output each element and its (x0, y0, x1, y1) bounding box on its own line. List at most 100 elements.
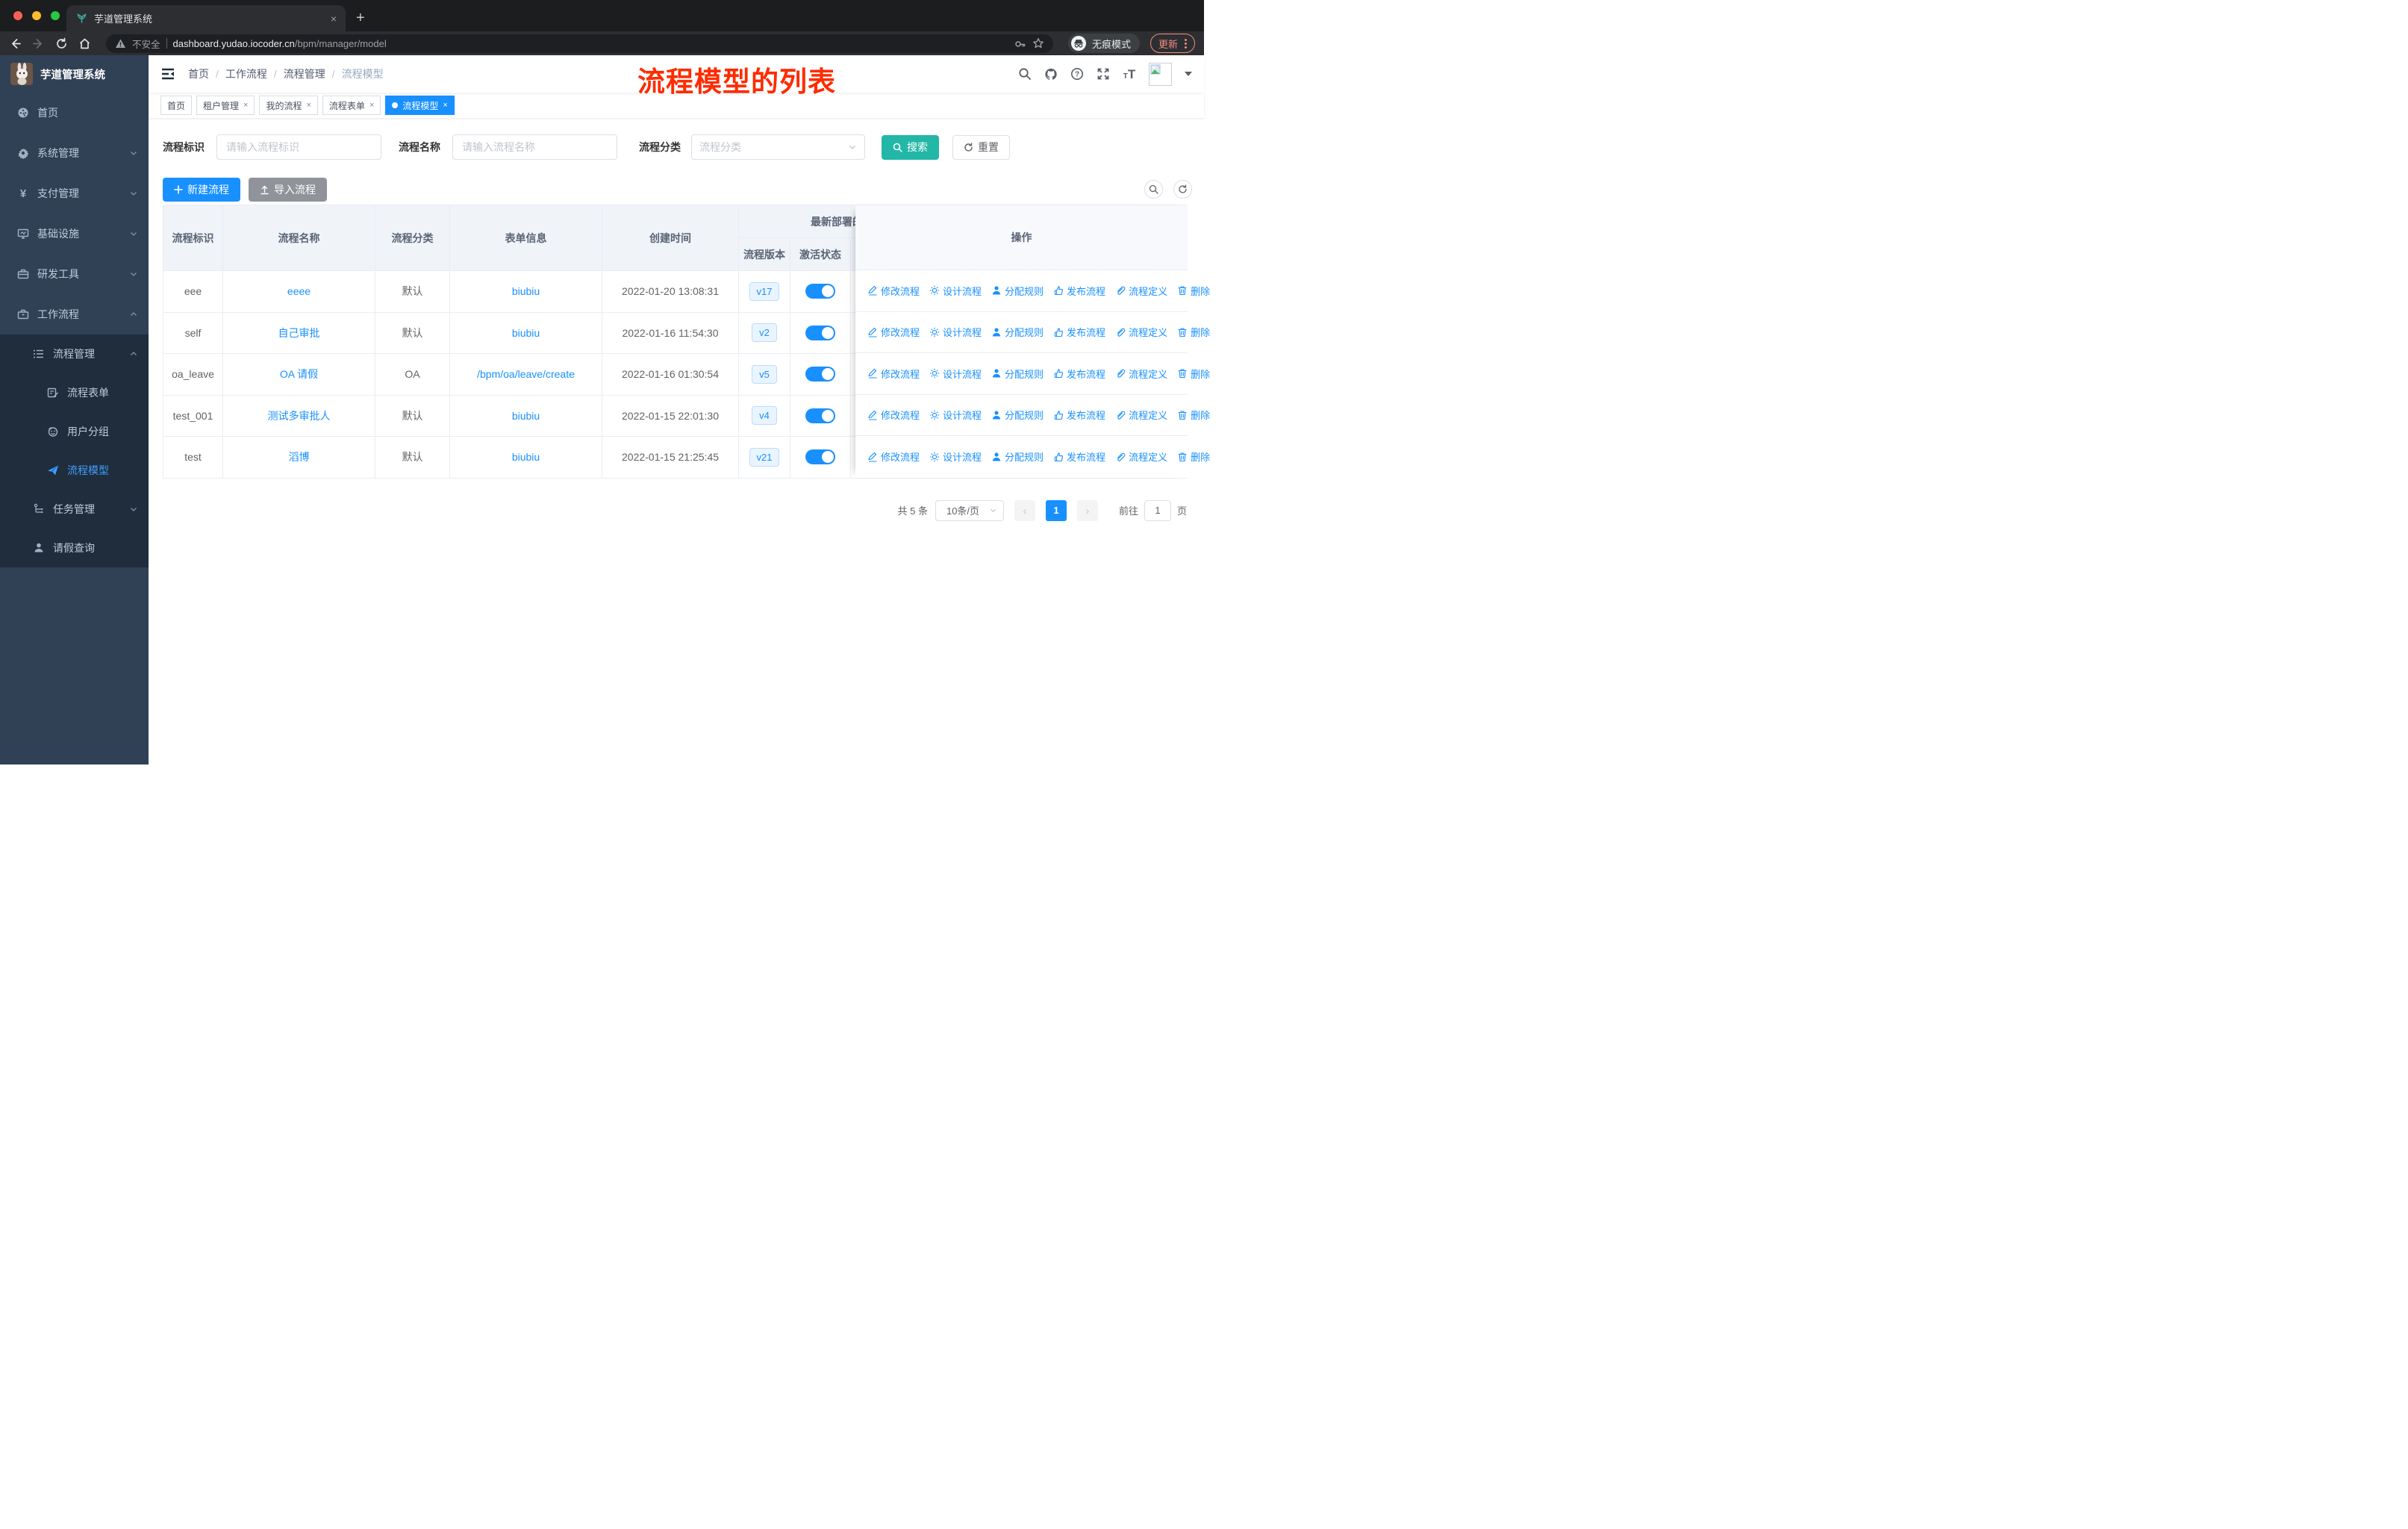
address-bar[interactable]: 不安全 dashboard.yudao.iocoder.cn/bpm/manag… (106, 34, 1053, 53)
process-definition-link[interactable]: 流程定义 (1115, 284, 1167, 298)
tab-close-icon[interactable]: × (331, 13, 337, 25)
tag-tenant[interactable]: 租户管理 × (196, 96, 255, 115)
breadcrumb-workflow[interactable]: 工作流程 (225, 66, 267, 81)
edit-process-link[interactable]: 修改流程 (867, 325, 920, 339)
version-badge[interactable]: v5 (752, 364, 777, 384)
assign-rule-link[interactable]: 分配规则 (991, 325, 1044, 339)
active-toggle[interactable] (805, 284, 835, 299)
tag-process-form[interactable]: 流程表单 × (322, 96, 381, 115)
process-name-link[interactable]: OA 请假 (280, 367, 318, 382)
sidebar-item-process-management[interactable]: 流程管理 (0, 334, 149, 373)
reload-icon[interactable] (55, 37, 68, 50)
form-info-link[interactable]: /bpm/oa/leave/create (477, 368, 575, 380)
search-button[interactable]: 搜索 (882, 134, 939, 160)
search-icon[interactable] (1018, 67, 1032, 81)
close-icon[interactable]: × (369, 101, 374, 110)
delete-link[interactable]: 删除 (1177, 325, 1210, 339)
design-process-link[interactable]: 设计流程 (929, 325, 982, 339)
forward-icon[interactable] (32, 37, 45, 50)
sidebar-item-process-model[interactable]: 流程模型 (0, 451, 149, 490)
active-toggle[interactable] (805, 325, 835, 340)
create-process-button[interactable]: 新建流程 (163, 178, 240, 202)
process-name-link[interactable]: 自己审批 (278, 326, 320, 340)
design-process-link[interactable]: 设计流程 (929, 284, 982, 298)
process-name-link[interactable]: 测试多审批人 (268, 408, 331, 423)
process-definition-link[interactable]: 流程定义 (1115, 325, 1167, 339)
sidebar-item-infrastructure[interactable]: 基础设施 (0, 214, 149, 254)
avatar-caret-icon[interactable] (1185, 72, 1192, 76)
sidebar-item-leave-query[interactable]: 请假查询 (0, 529, 149, 567)
version-badge[interactable]: v21 (749, 447, 780, 467)
sidebar-item-system[interactable]: 系统管理 (0, 133, 149, 173)
avatar[interactable] (1149, 62, 1172, 86)
close-icon[interactable]: × (243, 101, 248, 110)
new-tab-button[interactable]: + (356, 10, 365, 27)
sidebar-item-workflow[interactable]: 工作流程 (0, 294, 149, 334)
publish-process-link[interactable]: 发布流程 (1053, 284, 1105, 298)
sidebar-item-payment[interactable]: ¥ 支付管理 (0, 173, 149, 214)
filter-key-input[interactable] (216, 134, 381, 160)
page-size-select[interactable]: 10条/页 (935, 499, 1004, 521)
process-definition-link[interactable]: 流程定义 (1115, 408, 1167, 422)
version-badge[interactable]: v2 (752, 323, 777, 343)
edit-process-link[interactable]: 修改流程 (867, 408, 920, 422)
delete-link[interactable]: 删除 (1177, 408, 1210, 422)
github-icon[interactable] (1044, 67, 1058, 81)
next-page-button[interactable]: › (1076, 499, 1098, 521)
assign-rule-link[interactable]: 分配规则 (991, 284, 1044, 298)
help-icon[interactable]: ? (1070, 67, 1084, 81)
process-definition-link[interactable]: 流程定义 (1115, 367, 1167, 381)
filter-category-select[interactable]: 流程分类 (691, 134, 865, 160)
sidebar-item-user-group[interactable]: 用户分组 (0, 412, 149, 451)
tag-my-process[interactable]: 我的流程 × (259, 96, 318, 115)
tag-home[interactable]: 首页 (160, 96, 193, 115)
home-icon[interactable] (78, 37, 91, 50)
sidebar-item-home[interactable]: 首页 (0, 93, 149, 133)
sidebar-item-process-form[interactable]: 流程表单 (0, 373, 149, 412)
design-process-link[interactable]: 设计流程 (929, 408, 982, 422)
publish-process-link[interactable]: 发布流程 (1053, 408, 1105, 422)
refresh-table-icon[interactable] (1173, 180, 1192, 199)
more-menu-icon[interactable] (1185, 38, 1187, 49)
collapse-sidebar-icon[interactable] (160, 66, 175, 81)
prev-page-button[interactable]: ‹ (1014, 499, 1035, 521)
breadcrumb-home[interactable]: 首页 (188, 66, 209, 81)
process-name-link[interactable]: 滔博 (289, 449, 310, 464)
reset-button[interactable]: 重置 (952, 134, 1010, 160)
active-toggle[interactable] (805, 449, 835, 465)
minimize-window-button[interactable] (32, 11, 41, 20)
delete-link[interactable]: 删除 (1177, 449, 1210, 464)
update-menu-button[interactable]: 更新 (1150, 34, 1195, 53)
sidebar-item-task-management[interactable]: 任务管理 (0, 490, 149, 529)
design-process-link[interactable]: 设计流程 (929, 449, 982, 464)
sidebar-item-devtools[interactable]: 研发工具 (0, 254, 149, 294)
back-icon[interactable] (9, 37, 22, 50)
process-name-link[interactable]: eeee (287, 285, 311, 297)
bookmark-star-icon[interactable] (1032, 37, 1044, 49)
tag-process-model[interactable]: 流程模型 × (385, 96, 455, 115)
browser-tab[interactable]: 芋道管理系统 × (66, 5, 346, 31)
close-window-button[interactable] (13, 11, 22, 20)
assign-rule-link[interactable]: 分配规则 (991, 449, 1044, 464)
filter-name-input[interactable] (452, 134, 617, 160)
current-page-button[interactable]: 1 (1045, 499, 1067, 521)
active-toggle[interactable] (805, 367, 835, 382)
publish-process-link[interactable]: 发布流程 (1053, 325, 1105, 339)
form-info-link[interactable]: biubiu (512, 285, 540, 297)
show-search-icon[interactable] (1144, 180, 1163, 199)
version-badge[interactable]: v4 (752, 406, 777, 426)
import-process-button[interactable]: 导入流程 (249, 178, 327, 202)
close-icon[interactable]: × (306, 101, 311, 110)
form-info-link[interactable]: biubiu (512, 327, 540, 339)
version-badge[interactable]: v17 (749, 281, 780, 301)
publish-process-link[interactable]: 发布流程 (1053, 367, 1105, 381)
fullscreen-icon[interactable] (1097, 67, 1110, 81)
assign-rule-link[interactable]: 分配规则 (991, 367, 1044, 381)
form-info-link[interactable]: biubiu (512, 451, 540, 463)
font-size-icon[interactable]: TT (1123, 67, 1136, 81)
delete-link[interactable]: 删除 (1177, 367, 1210, 381)
edit-process-link[interactable]: 修改流程 (867, 367, 920, 381)
process-definition-link[interactable]: 流程定义 (1115, 449, 1167, 464)
close-icon[interactable]: × (443, 101, 447, 110)
design-process-link[interactable]: 设计流程 (929, 367, 982, 381)
